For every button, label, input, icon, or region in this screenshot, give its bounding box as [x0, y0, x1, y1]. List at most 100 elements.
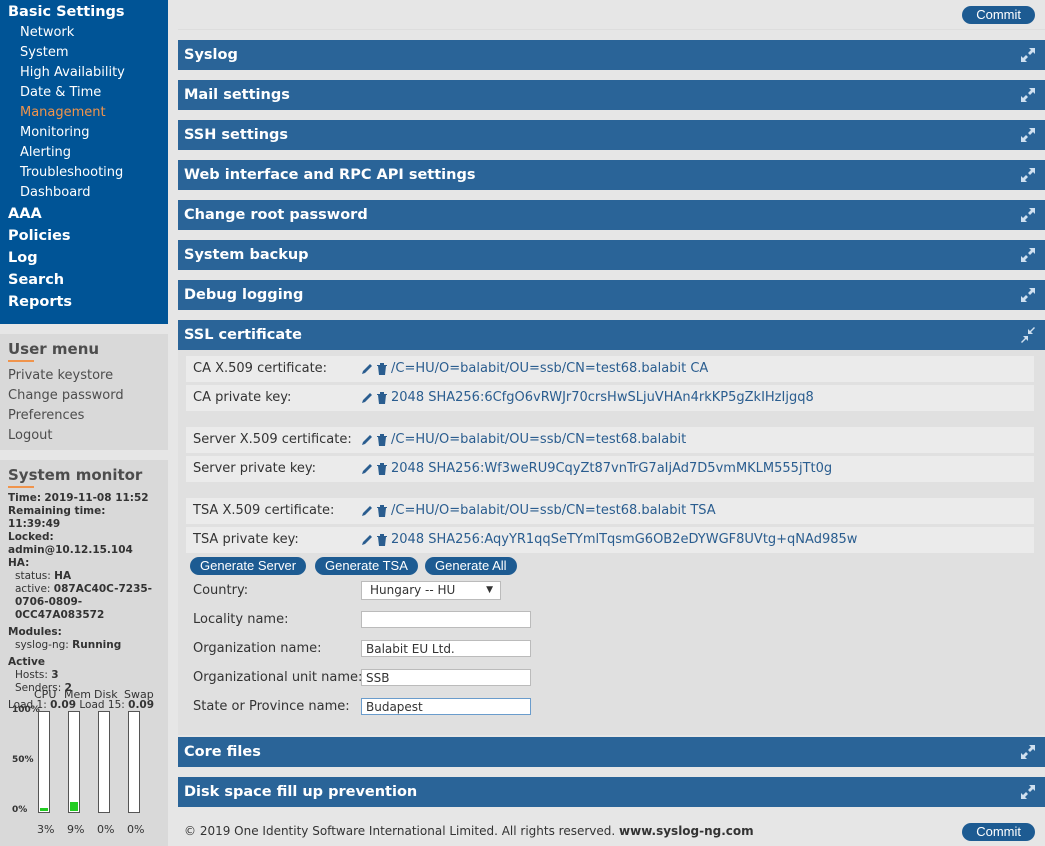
pencil-icon[interactable] — [361, 392, 373, 404]
panel-debug-logging[interactable]: Debug logging — [178, 280, 1045, 310]
collapse-icon[interactable] — [1019, 326, 1037, 344]
value-tsa-cert: /C=HU/O=balabit/OU=ssb/CN=test68.balabit… — [361, 498, 716, 524]
server-cert-link[interactable]: /C=HU/O=balabit/OU=ssb/CN=test68.balabit — [391, 432, 686, 447]
pencil-icon[interactable] — [361, 534, 373, 546]
panel-title: SSL certificate — [184, 327, 302, 343]
trash-icon[interactable] — [377, 391, 387, 404]
org-unit-input[interactable] — [361, 669, 531, 686]
value-ca-cert: /C=HU/O=balabit/OU=ssb/CN=test68.balabit… — [361, 356, 708, 382]
panel-ssl-certificate[interactable]: SSL certificate — [178, 320, 1045, 350]
panel-change-root-password[interactable]: Change root password — [178, 200, 1045, 230]
panel-mail-settings[interactable]: Mail settings — [178, 80, 1045, 110]
trash-icon[interactable] — [377, 533, 387, 546]
locality-input[interactable] — [361, 611, 531, 628]
expand-icon[interactable] — [1019, 86, 1037, 104]
server-key-link[interactable]: 2048 SHA256:Wf3weRU9CqyZt87vnTrG7aIjAd7D… — [391, 461, 832, 476]
ca-key-link[interactable]: 2048 SHA256:6CfgO6vRWJr70crsHwSLjuVHAn4r… — [391, 390, 814, 405]
footer-link[interactable]: www.syslog-ng.com — [619, 824, 754, 838]
meter-label-disk: Disk — [94, 688, 118, 701]
expand-icon[interactable] — [1019, 286, 1037, 304]
nav-network[interactable]: Network — [0, 23, 168, 43]
row-country: Country: Hungary -- HU ▼ — [186, 577, 1034, 605]
nav-log[interactable]: Log — [0, 247, 168, 269]
title-underline — [8, 360, 34, 362]
expand-icon[interactable] — [1019, 126, 1037, 144]
panel-syslog[interactable]: Syslog — [178, 40, 1045, 70]
nav-monitoring[interactable]: Monitoring — [0, 123, 168, 143]
tsa-cert-link[interactable]: /C=HU/O=balabit/OU=ssb/CN=test68.balabit… — [391, 503, 716, 518]
nav-reports[interactable]: Reports — [0, 291, 168, 313]
pencil-icon[interactable] — [361, 505, 373, 517]
nav-alerting[interactable]: Alerting — [0, 143, 168, 163]
ca-cert-link[interactable]: /C=HU/O=balabit/OU=ssb/CN=test68.balabit… — [391, 361, 708, 376]
row-ca-key: CA private key: 2048 SHA256:6CfgO6vRWJr7… — [186, 385, 1034, 411]
panel-title: Syslog — [184, 47, 238, 63]
generate-all-button[interactable]: Generate All — [425, 557, 517, 575]
panel-ssh-settings[interactable]: SSH settings — [178, 120, 1045, 150]
nav-search[interactable]: Search — [0, 269, 168, 291]
row-state: State or Province name: — [186, 693, 1034, 721]
nav-high-availability[interactable]: High Availability — [0, 63, 168, 83]
organization-input[interactable] — [361, 640, 531, 657]
nav-aaa[interactable]: AAA — [0, 203, 168, 225]
expand-icon[interactable] — [1019, 166, 1037, 184]
country-select[interactable]: Hungary -- HU ▼ — [361, 581, 501, 600]
chevron-down-icon: ▼ — [486, 585, 493, 595]
system-monitor-title: System monitor — [8, 466, 143, 484]
pencil-icon[interactable] — [361, 434, 373, 446]
pencil-icon[interactable] — [361, 363, 373, 375]
expand-icon[interactable] — [1019, 783, 1037, 801]
panel-web-interface[interactable]: Web interface and RPC API settings — [178, 160, 1045, 190]
trash-icon[interactable] — [377, 462, 387, 475]
generate-tsa-button[interactable]: Generate TSA — [315, 557, 418, 575]
user-menu-preferences[interactable]: Preferences — [8, 406, 160, 426]
expand-icon[interactable] — [1019, 246, 1037, 264]
nav-dashboard[interactable]: Dashboard — [0, 183, 168, 203]
meter-bar-swap — [128, 711, 140, 813]
nav-basic-settings[interactable]: Basic Settings — [0, 1, 168, 23]
state-input[interactable] — [361, 698, 531, 715]
sm-locked: Locked: admin@10.12.15.104 — [8, 531, 133, 556]
value-server-cert: /C=HU/O=balabit/OU=ssb/CN=test68.balabit — [361, 427, 686, 453]
expand-icon[interactable] — [1019, 206, 1037, 224]
panel-title: Web interface and RPC API settings — [184, 167, 476, 183]
trash-icon[interactable] — [377, 433, 387, 446]
resource-meters: CPU Mem Disk Swap 100% 50% 0% 3% 9% 0% 0… — [0, 688, 168, 838]
nav-date-time[interactable]: Date & Time — [0, 83, 168, 103]
trash-icon[interactable] — [377, 504, 387, 517]
sm-ha: HA: — [8, 557, 30, 569]
field-label: TSA X.509 certificate: — [193, 503, 335, 518]
field-label: CA X.509 certificate: — [193, 361, 328, 376]
nav-system[interactable]: System — [0, 43, 168, 63]
row-locality: Locality name: — [186, 606, 1034, 634]
expand-icon[interactable] — [1019, 46, 1037, 64]
panel-core-files[interactable]: Core files — [178, 737, 1045, 767]
row-ca-cert: CA X.509 certificate: /C=HU/O=balabit/OU… — [186, 356, 1034, 382]
panel-disk-space[interactable]: Disk space fill up prevention — [178, 777, 1045, 807]
panel-title: System backup — [184, 247, 309, 263]
user-menu: User menu Private keystore Change passwo… — [0, 334, 168, 450]
user-menu-change-password[interactable]: Change password — [8, 386, 160, 406]
panel-system-backup[interactable]: System backup — [178, 240, 1045, 270]
sm-module-syslog-ng: syslog-ng: Running — [15, 639, 122, 651]
nav-management[interactable]: Management — [0, 103, 168, 123]
user-menu-private-keystore[interactable]: Private keystore — [8, 366, 160, 386]
row-org-unit: Organizational unit name: — [186, 664, 1034, 692]
sm-remaining: Remaining time: 11:39:49 — [8, 505, 106, 530]
row-server-cert: Server X.509 certificate: /C=HU/O=balabi… — [186, 427, 1034, 453]
axis-label-100: 100% — [12, 705, 40, 715]
tsa-key-link[interactable]: 2048 SHA256:AqyYR1qqSeTYmlTqsmG6OB2eDYWG… — [391, 532, 857, 547]
nav-troubleshooting[interactable]: Troubleshooting — [0, 163, 168, 183]
trash-icon[interactable] — [377, 362, 387, 375]
user-menu-logout[interactable]: Logout — [8, 426, 160, 446]
generate-server-button[interactable]: Generate Server — [190, 557, 307, 575]
expand-icon[interactable] — [1019, 743, 1037, 761]
commit-button-bottom[interactable]: Commit — [962, 823, 1035, 841]
nav-policies[interactable]: Policies — [0, 225, 168, 247]
meter-value-swap: 0% — [127, 823, 145, 836]
pencil-icon[interactable] — [361, 463, 373, 475]
sm-active: Active — [8, 656, 45, 668]
row-organization: Organization name: — [186, 635, 1034, 663]
commit-button-top[interactable]: Commit — [962, 6, 1035, 24]
system-monitor: System monitor Time: 2019-11-08 11:52 Re… — [0, 460, 168, 846]
